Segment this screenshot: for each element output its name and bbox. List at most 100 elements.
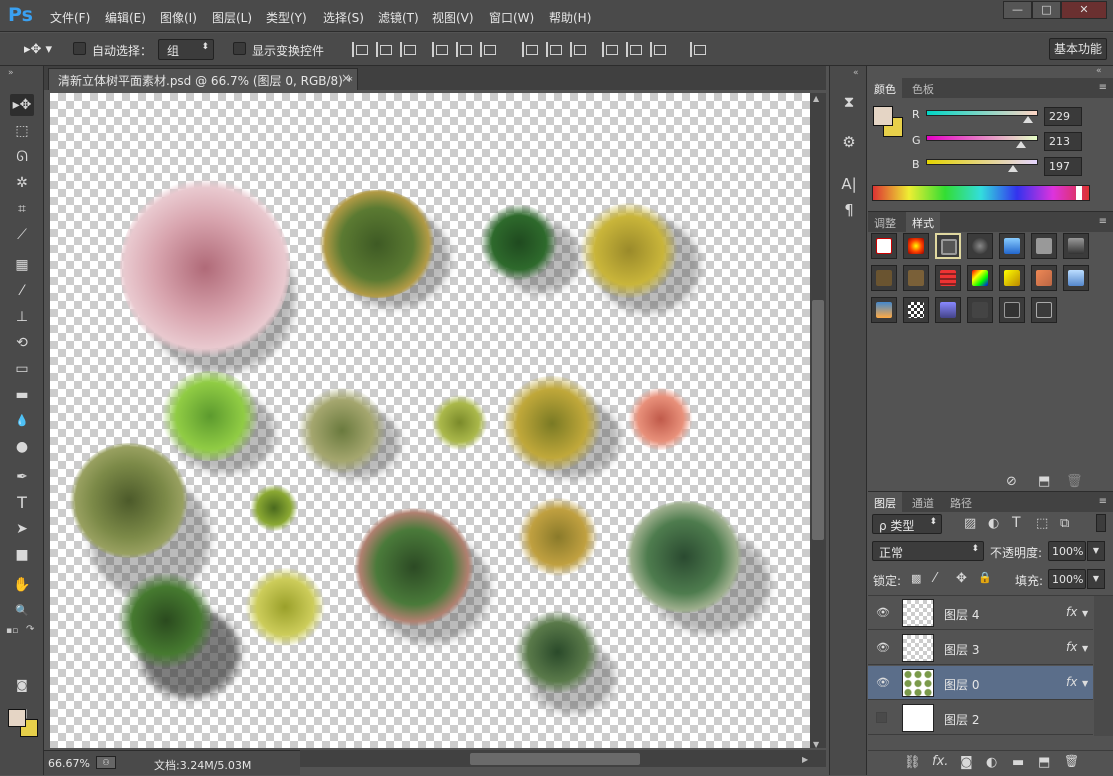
menu-select[interactable]: 选择(S) (323, 9, 364, 26)
menu-window[interactable]: 窗口(W) (489, 9, 534, 26)
layer-name[interactable]: 图层 3 (944, 641, 979, 658)
layer-effects-icon[interactable]: fx (1066, 675, 1077, 689)
layer-row-2[interactable]: 图层 2 (868, 701, 1093, 735)
opacity-field[interactable]: 100% (1048, 541, 1086, 561)
collapse-strip-icon[interactable]: « (853, 68, 859, 78)
align-left-icon[interactable] (432, 42, 448, 57)
align-bottom-icon[interactable] (400, 42, 416, 57)
blue-slider[interactable] (926, 159, 1038, 165)
clear-style-icon[interactable]: ⊘ (1006, 474, 1017, 489)
tab-paths[interactable]: 路径 (944, 492, 978, 512)
workspace-button[interactable]: 基本功能 (1049, 38, 1107, 60)
zoom-tool[interactable]: 🔍 (10, 600, 34, 622)
delete-layer-icon[interactable]: 🗑 (1064, 754, 1079, 768)
eyedropper-tool[interactable]: ⟋ (10, 224, 34, 246)
properties-panel-icon[interactable]: ⚙ (839, 132, 859, 152)
style-rainbow[interactable] (967, 265, 993, 291)
scroll-right-icon[interactable]: ▶ (802, 755, 808, 764)
layer-effects-icon[interactable]: fx (1066, 640, 1077, 654)
crop-tool[interactable]: ⌗ (10, 198, 34, 220)
style-none[interactable] (871, 233, 897, 259)
expand-effects-icon[interactable]: ▼ (1082, 679, 1088, 688)
tab-swatches[interactable]: 色板 (906, 78, 940, 98)
show-transform-checkbox[interactable] (233, 42, 246, 55)
new-layer-icon[interactable]: ⬒ (1038, 755, 1050, 770)
brush-tool[interactable]: ⁄ (10, 280, 34, 302)
opacity-dropdown-icon[interactable]: ▼ (1087, 541, 1105, 561)
quick-mask-icon[interactable]: ◙ (10, 674, 34, 696)
filter-adjustment-icon[interactable]: ◐ (988, 516, 999, 531)
style-orange-glow[interactable] (903, 233, 929, 259)
color-panel-foreground-swatch[interactable] (873, 106, 893, 126)
auto-align-icon[interactable] (690, 42, 706, 57)
scroll-down-icon[interactable]: ▼ (813, 740, 819, 749)
layer-name[interactable]: 图层 4 (944, 606, 979, 623)
styles-panel-menu-icon[interactable]: ≡ (1099, 216, 1107, 227)
layer-name[interactable]: 图层 2 (944, 711, 979, 728)
align-right-icon[interactable] (480, 42, 496, 57)
close-document-icon[interactable]: × (341, 71, 351, 85)
expand-effects-icon[interactable]: ▼ (1082, 644, 1088, 653)
magic-wand-tool[interactable]: ✲ (10, 172, 34, 194)
new-adjustment-layer-icon[interactable]: ◐ (986, 755, 997, 770)
move-tool[interactable]: ▸✥ (10, 94, 34, 116)
link-layers-icon[interactable]: ⛓ (904, 755, 921, 770)
zoom-level[interactable]: 66.67% (48, 757, 90, 770)
menu-filter[interactable]: 滤镜(T) (378, 9, 419, 26)
layer-row-0[interactable]: 👁 图层 0 fx ▼ (868, 666, 1093, 700)
distribute-vcenter-icon[interactable] (546, 42, 562, 57)
maximize-button[interactable]: □ (1032, 1, 1061, 19)
style-brown-texture[interactable] (903, 265, 929, 291)
distribute-right-icon[interactable] (650, 42, 666, 57)
layers-scrollbar[interactable] (1094, 596, 1113, 736)
menu-image[interactable]: 图像(I) (160, 9, 197, 26)
pen-tool[interactable]: ✒ (10, 466, 34, 488)
tab-color[interactable]: 颜色 (868, 78, 902, 98)
move-tool-preset-icon[interactable]: ▸✥ ▾ (24, 42, 52, 57)
path-selection-tool[interactable]: ➤ (10, 518, 34, 540)
style-brown[interactable] (871, 265, 897, 291)
panel-menu-icon[interactable]: ≡ (1099, 82, 1107, 93)
eraser-tool[interactable]: ▭ (10, 358, 34, 380)
lock-transparency-icon[interactable]: ▩ (911, 572, 921, 585)
green-slider-thumb[interactable] (1016, 141, 1026, 148)
blur-tool[interactable]: 💧 (10, 410, 34, 432)
tab-channels[interactable]: 通道 (906, 492, 940, 512)
status-preview-icon[interactable]: ⚇ (96, 756, 116, 769)
auto-select-checkbox[interactable] (73, 42, 86, 55)
filter-smart-object-icon[interactable]: ⧉ (1060, 516, 1069, 531)
style-orange-gradient[interactable] (1031, 265, 1057, 291)
layer-filter-dropdown[interactable]: ρ 类型 ⬍ (872, 514, 942, 534)
gradient-tool[interactable]: ▬ (10, 384, 34, 406)
scroll-up-icon[interactable]: ▲ (813, 94, 819, 103)
add-layer-style-icon[interactable]: fx. (932, 754, 948, 769)
green-value-field[interactable]: 213 (1044, 132, 1082, 151)
character-panel-icon[interactable]: A| (839, 174, 859, 194)
visibility-eye-icon[interactable]: 👁 (876, 606, 890, 619)
align-hcenter-icon[interactable] (456, 42, 472, 57)
style-grey-flat[interactable] (1031, 233, 1057, 259)
layer-effects-icon[interactable]: fx (1066, 605, 1077, 619)
visibility-eye-icon[interactable]: 👁 (876, 641, 890, 654)
spectrum-white-swatch[interactable] (1076, 186, 1082, 200)
lock-pixels-icon[interactable]: ⁄ (934, 571, 936, 586)
visibility-toggle-empty[interactable] (876, 712, 887, 723)
menu-layer[interactable]: 图层(L) (212, 9, 252, 26)
menu-file[interactable]: 文件(F) (50, 9, 90, 26)
style-outline-dark[interactable] (999, 297, 1025, 323)
minimize-button[interactable]: — (1003, 1, 1032, 19)
layers-panel-menu-icon[interactable]: ≡ (1099, 496, 1107, 507)
new-group-icon[interactable]: ▬ (1012, 755, 1024, 770)
filter-pixel-icon[interactable]: ▨ (964, 516, 976, 531)
style-blue-glass[interactable] (999, 233, 1025, 259)
layer-row-4[interactable]: 👁 图层 4 fx ▼ (868, 596, 1093, 630)
fill-field[interactable]: 100% (1048, 569, 1086, 589)
distribute-hcenter-icon[interactable] (626, 42, 642, 57)
style-red-stripes[interactable] (935, 265, 961, 291)
fill-dropdown-icon[interactable]: ▼ (1087, 569, 1105, 589)
expand-effects-icon[interactable]: ▼ (1082, 609, 1088, 618)
foreground-color-swatch[interactable] (8, 709, 26, 727)
lock-position-icon[interactable]: ✥ (956, 571, 967, 586)
filter-toggle-switch[interactable] (1096, 514, 1106, 532)
paragraph-panel-icon[interactable]: ¶ (839, 200, 859, 220)
